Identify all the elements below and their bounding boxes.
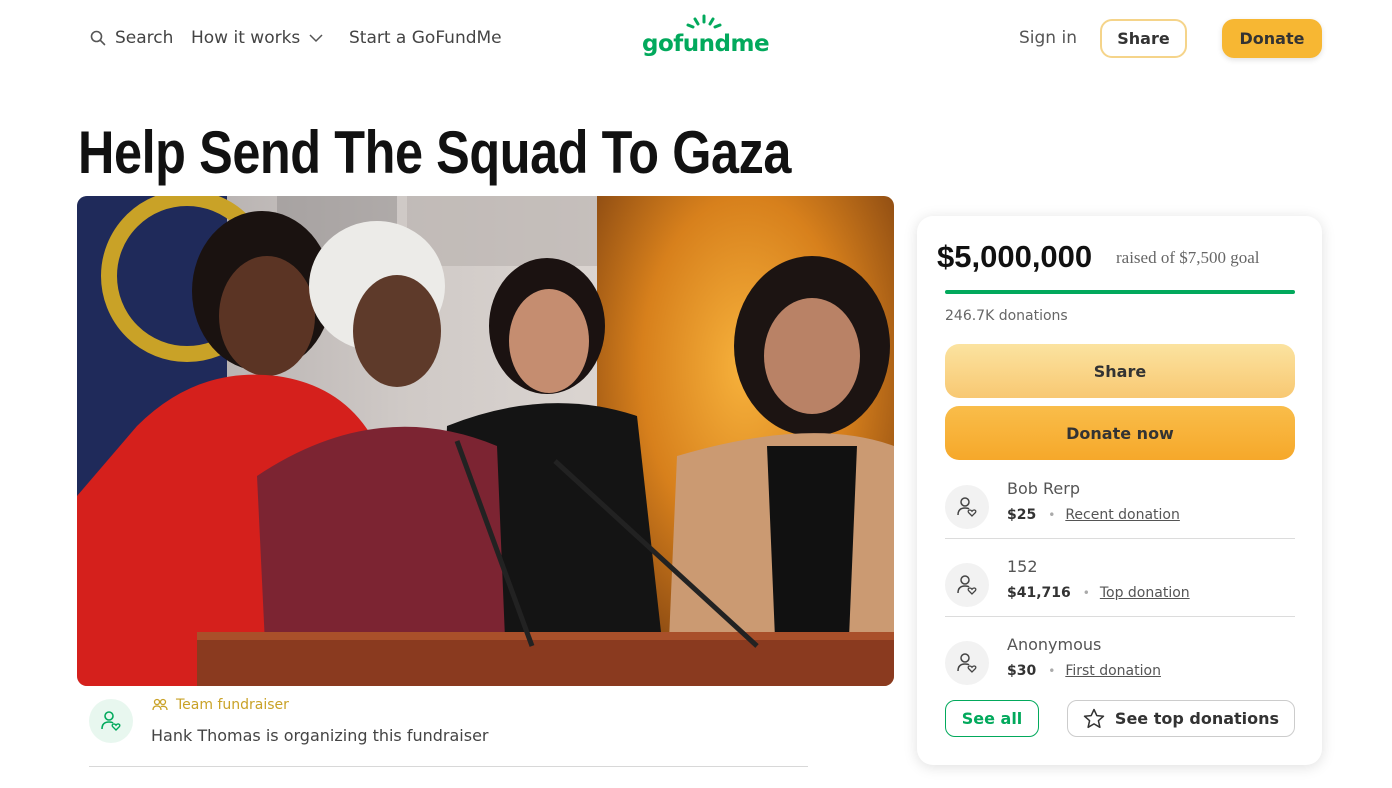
gofundme-logo[interactable]: gofundme (642, 14, 770, 62)
donor-item[interactable]: Anonymous $30 • First donation (945, 635, 1295, 705)
donor-detail: $25 • Recent donation (1007, 507, 1180, 523)
logo-wordmark: gofundme (642, 31, 770, 57)
bullet-separator: • (1048, 508, 1056, 522)
donor-detail: $30 • First donation (1007, 663, 1161, 679)
team-fundraiser-label: Team fundraiser (176, 697, 289, 713)
sign-in-link[interactable]: Sign in (1019, 28, 1077, 48)
donation-card: $5,000,000 raised of $7,500 goal 246.7K … (917, 216, 1322, 765)
start-label: Start a GoFundMe (349, 28, 502, 48)
team-icon (152, 698, 168, 711)
how-it-works-label: How it works (191, 28, 301, 48)
see-all-button[interactable]: See all (945, 700, 1039, 737)
donor-divider (945, 616, 1295, 617)
donate-button-top[interactable]: Donate (1222, 19, 1322, 58)
donor-amount: $41,716 (1007, 585, 1071, 601)
organizer-avatar (89, 699, 133, 743)
person-heart-icon (957, 497, 977, 517)
donor-type-link[interactable]: Recent donation (1065, 507, 1180, 523)
see-top-donations-button[interactable]: See top donations (1067, 700, 1295, 737)
organizer-text: Hank Thomas is organizing this fundraise… (151, 726, 489, 745)
donor-type-link[interactable]: First donation (1065, 663, 1161, 679)
search-label: Search (115, 28, 174, 48)
star-icon (1083, 708, 1105, 729)
chevron-down-icon (309, 33, 323, 42)
donor-amount: $25 (1007, 507, 1037, 523)
donor-item[interactable]: 152 $41,716 • Top donation (945, 557, 1295, 627)
share-button-top[interactable]: Share (1100, 19, 1187, 58)
organizer-divider (89, 766, 808, 767)
goal-text: raised of $7,500 goal (1116, 248, 1260, 267)
donor-name: Anonymous (1007, 635, 1102, 654)
bullet-separator: • (1082, 586, 1090, 600)
bullet-separator: • (1048, 664, 1056, 678)
donations-count: 246.7K donations (945, 308, 1068, 324)
donor-name: Bob Rerp (1007, 479, 1080, 498)
donor-avatar (945, 563, 989, 607)
campaign-title: Help Send The Squad To Gaza (78, 119, 792, 186)
donor-avatar (945, 485, 989, 529)
team-fundraiser-tag: Team fundraiser (152, 697, 289, 713)
start-gofundme-link[interactable]: Start a GoFundMe (349, 28, 502, 48)
donor-type-link[interactable]: Top donation (1100, 585, 1190, 601)
top-nav: Search How it works Start a GoFundMe gof… (0, 0, 1392, 80)
sun-rays-icon (686, 14, 722, 29)
progress-bar (945, 290, 1295, 294)
amount-raised: $5,000,000 (937, 239, 1093, 274)
search-icon (90, 30, 106, 46)
search-link[interactable]: Search (90, 28, 173, 48)
how-it-works-menu[interactable]: How it works (191, 28, 323, 48)
person-heart-icon (101, 711, 121, 731)
sign-in-label: Sign in (1019, 28, 1077, 48)
donor-item[interactable]: Bob Rerp $25 • Recent donation (945, 479, 1295, 549)
donor-name: 152 (1007, 557, 1038, 576)
donor-amount: $30 (1007, 663, 1037, 679)
donate-now-button[interactable]: Donate now (945, 406, 1295, 460)
donor-detail: $41,716 • Top donation (1007, 585, 1190, 601)
share-button[interactable]: Share (945, 344, 1295, 398)
person-heart-icon (957, 575, 977, 595)
see-top-donations-label: See top donations (1114, 709, 1280, 728)
person-heart-icon (957, 653, 977, 673)
donor-avatar (945, 641, 989, 685)
donor-divider (945, 538, 1295, 539)
campaign-photo (77, 196, 894, 686)
